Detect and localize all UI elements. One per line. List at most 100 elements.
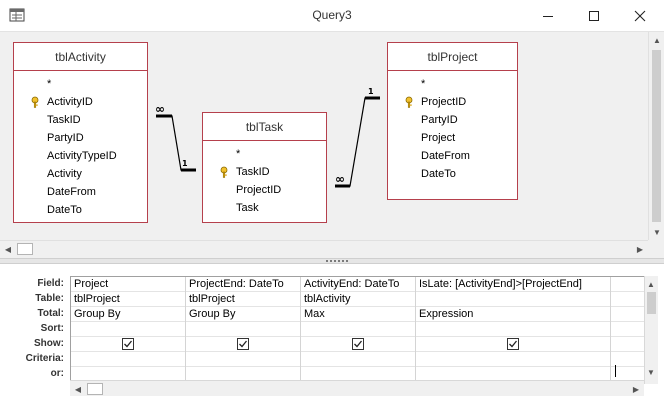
scroll-right-icon[interactable]: ▶ [628, 381, 644, 397]
grid-column: ProjectEnd: DateTo tblProject Group By [186, 277, 301, 382]
scroll-down-icon[interactable]: ▼ [649, 224, 664, 240]
text-cursor [615, 365, 616, 377]
scroll-thumb[interactable] [652, 50, 661, 222]
field-item[interactable]: DateTo [14, 201, 147, 219]
scroll-thumb[interactable] [17, 243, 33, 255]
table-box-tblproject[interactable]: tblProject * ProjectID PartyID Project DateF… [387, 42, 518, 200]
grid-cell-total[interactable]: Group By [71, 307, 185, 322]
field-item[interactable]: ActivityID [14, 93, 147, 111]
field-label: ActivityID [47, 96, 93, 108]
grid-cell-show[interactable] [186, 337, 300, 352]
field-item[interactable]: ProjectID [203, 181, 326, 199]
grid-horizontal-scrollbar[interactable]: ◀ ▶ [70, 380, 644, 396]
minimize-icon [543, 15, 553, 17]
grid-cell-sort[interactable] [416, 322, 610, 337]
field-item[interactable]: Activity [14, 165, 147, 183]
grid-cell-table[interactable]: tblActivity [301, 292, 415, 307]
grid-cell-criteria[interactable] [416, 352, 610, 367]
table-title[interactable]: tblTask [203, 113, 326, 141]
field-list: * ActivityID TaskID PartyID ActivityTypeID Ac… [14, 71, 147, 219]
maximize-button[interactable] [571, 0, 617, 31]
design-horizontal-scrollbar[interactable]: ◀ ▶ [0, 240, 648, 256]
scroll-right-icon[interactable]: ▶ [632, 241, 648, 257]
field-item[interactable]: DateFrom [14, 183, 147, 201]
field-item[interactable]: PartyID [14, 129, 147, 147]
field-all-columns[interactable]: * [14, 75, 147, 93]
scroll-left-icon[interactable]: ◀ [70, 381, 86, 397]
query-grid[interactable]: Project tblProject Group By ProjectEnd: Da… [70, 276, 644, 396]
grid-cell-total[interactable] [611, 307, 644, 322]
scroll-thumb[interactable] [87, 383, 103, 395]
splitter-grip-icon[interactable] [326, 260, 348, 262]
grid-cell-table[interactable]: tblProject [71, 292, 185, 307]
close-icon [634, 10, 646, 21]
field-item[interactable]: Project [388, 129, 517, 147]
show-checkbox[interactable] [352, 338, 364, 350]
field-item[interactable]: DateTo [388, 165, 517, 183]
grid-cell-show[interactable] [71, 337, 185, 352]
grid-cell-field[interactable]: IsLate: [ActivityEnd]>[ProjectEnd] [416, 277, 610, 292]
scroll-down-icon[interactable]: ▼ [644, 364, 658, 380]
grid-cell-show[interactable] [416, 337, 610, 352]
row-label-field: Field: [37, 278, 64, 289]
checkmark-icon [354, 340, 363, 348]
grid-cell-total[interactable]: Group By [186, 307, 300, 322]
grid-cell-table[interactable] [416, 292, 610, 307]
scroll-up-icon[interactable]: ▲ [644, 276, 658, 292]
table-box-tbltask[interactable]: tblTask * TaskID ProjectID Task [202, 112, 327, 223]
grid-cell-sort[interactable] [301, 322, 415, 337]
field-label: Activity [47, 168, 82, 180]
minimize-button[interactable] [525, 0, 571, 31]
field-label: ActivityTypeID [47, 150, 117, 162]
show-checkbox[interactable] [507, 338, 519, 350]
grid-cell-field[interactable]: ProjectEnd: DateTo [186, 277, 300, 292]
grid-cell-field[interactable]: ActivityEnd: DateTo [301, 277, 415, 292]
table-title[interactable]: tblActivity [14, 43, 147, 71]
grid-cell-total[interactable]: Expression [416, 307, 610, 322]
grid-row-labels: Field: Table: Total: Sort: Show: Criteri… [0, 276, 68, 381]
show-checkbox[interactable] [237, 338, 249, 350]
field-item[interactable]: ActivityTypeID [14, 147, 147, 165]
grid-cell-criteria[interactable] [186, 352, 300, 367]
scroll-left-icon[interactable]: ◀ [0, 241, 16, 257]
field-item[interactable]: DateFrom [388, 147, 517, 165]
table-box-tblactivity[interactable]: tblActivity * ActivityID TaskID PartyID Acti… [13, 42, 148, 223]
grid-cell-field[interactable]: Project [71, 277, 185, 292]
field-item[interactable]: TaskID [14, 111, 147, 129]
table-title[interactable]: tblProject [388, 43, 517, 71]
field-all-columns[interactable]: * [203, 145, 326, 163]
table-diagram-area[interactable]: ∞ 1 ∞ 1 tblActivity * ActivityID TaskID Par… [0, 32, 648, 240]
field-item[interactable]: PartyID [388, 111, 517, 129]
field-label: PartyID [47, 132, 84, 144]
field-item[interactable]: TaskID [203, 163, 326, 181]
field-item[interactable]: ProjectID [388, 93, 517, 111]
show-checkbox[interactable] [122, 338, 134, 350]
grid-cell-criteria[interactable] [301, 352, 415, 367]
grid-cell-sort[interactable] [71, 322, 185, 337]
field-all-columns[interactable]: * [388, 75, 517, 93]
grid-vertical-scrollbar[interactable]: ▲ ▼ [644, 276, 658, 384]
field-label: ProjectID [421, 96, 467, 108]
query-design-pane[interactable]: ∞ 1 ∞ 1 tblActivity * ActivityID TaskID Par… [0, 31, 664, 258]
design-vertical-scrollbar[interactable]: ▲ ▼ [648, 32, 664, 240]
field-label: DateFrom [421, 150, 470, 162]
grid-cell-sort[interactable] [186, 322, 300, 337]
grid-cell-show[interactable] [301, 337, 415, 352]
grid-cell-sort[interactable] [611, 322, 644, 337]
grid-column: Project tblProject Group By [71, 277, 186, 382]
grid-cell-criteria[interactable] [71, 352, 185, 367]
scroll-up-icon[interactable]: ▲ [649, 32, 664, 48]
field-label: * [236, 148, 241, 160]
field-item[interactable]: Task [203, 199, 326, 217]
title-bar: Query3 [0, 0, 664, 31]
grid-cell-table[interactable]: tblProject [186, 292, 300, 307]
grid-cell-table[interactable] [611, 292, 644, 307]
close-button[interactable] [617, 0, 663, 31]
scroll-thumb[interactable] [647, 292, 656, 314]
grid-cell-total[interactable]: Max [301, 307, 415, 322]
join1-many-label: ∞ [155, 102, 165, 116]
grid-cell-show[interactable] [611, 337, 644, 352]
join2-one-label: 1 [368, 87, 374, 96]
grid-cell-field[interactable] [611, 277, 644, 292]
field-label: PartyID [421, 114, 458, 126]
